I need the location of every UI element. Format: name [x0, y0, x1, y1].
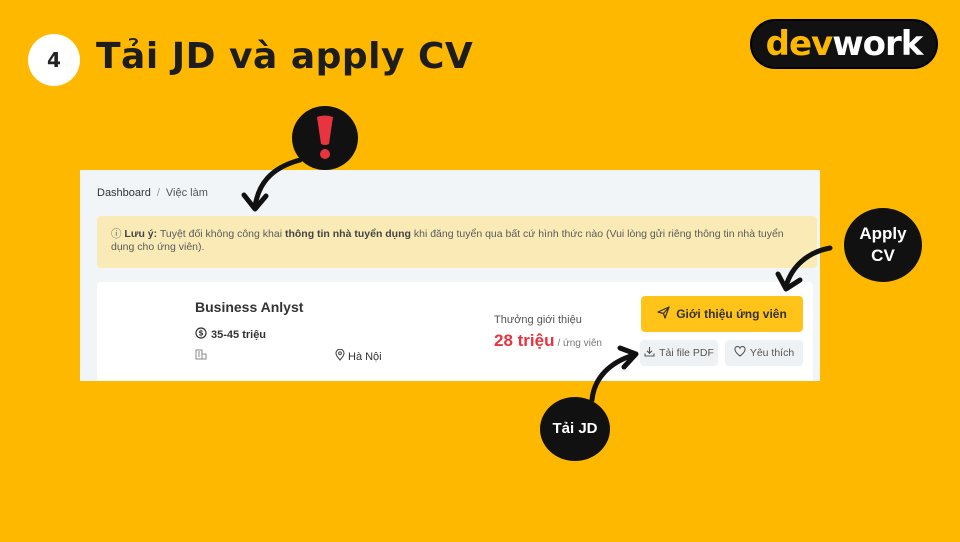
info-icon: ⓘ: [111, 228, 122, 240]
breadcrumb-dashboard[interactable]: Dashboard: [97, 187, 151, 199]
job-title[interactable]: Business Anlyst: [195, 299, 303, 315]
warning-callout: [292, 106, 358, 170]
tai-jd-callout: Tải JD: [540, 397, 610, 461]
download-pdf-button[interactable]: Tải file PDF: [640, 340, 718, 366]
breadcrumb-current: Việc làm: [165, 187, 208, 199]
location-row: Hà Nội: [335, 348, 382, 364]
apply-cv-line2: CV: [871, 246, 895, 265]
map-pin-icon: [335, 348, 345, 364]
refer-candidate-button[interactable]: Giới thiệu ứng viên: [641, 296, 803, 332]
exclamation-icon: [317, 115, 333, 159]
bonus-amount: 28 triệu: [494, 331, 555, 350]
logo-work: work: [832, 24, 923, 64]
download-pdf-label: Tải file PDF: [659, 347, 714, 359]
notice-banner: ⓘ Lưu ý: Tuyệt đối không công khai thông…: [97, 216, 817, 268]
breadcrumb: Dashboard / Việc làm: [97, 187, 208, 199]
bonus-value: 28 triệu / ứng viên: [494, 331, 602, 351]
location-value: Hà Nội: [348, 350, 382, 363]
send-icon: [657, 306, 670, 322]
svg-text:$: $: [198, 329, 203, 338]
job-card: Business Anlyst $ 35-45 triệu Hà Nội Thư…: [97, 282, 813, 381]
download-icon: [644, 346, 655, 360]
refer-candidate-label: Giới thiệu ứng viên: [676, 307, 787, 321]
bonus-label: Thưởng giới thiệu: [494, 314, 582, 326]
notice-bold: thông tin nhà tuyển dụng: [284, 228, 411, 240]
bonus-unit: / ứng viên: [557, 338, 602, 349]
salary-row: $ 35-45 triệu: [195, 327, 266, 342]
building-icon: [195, 348, 207, 363]
dollar-circle-icon: $: [195, 327, 207, 342]
salary-value: 35-45 triệu: [211, 328, 267, 341]
step-number-badge: 4: [28, 34, 80, 86]
notice-prefix: Lưu ý:: [124, 228, 158, 240]
logo-dev: dev: [765, 24, 834, 64]
devwork-logo: dev work: [750, 19, 938, 69]
apply-cv-callout: Apply CV: [844, 208, 922, 282]
job-screenshot-panel: Dashboard / Việc làm ⓘ Lưu ý: Tuyệt đối kh…: [80, 170, 820, 381]
heart-icon: [734, 345, 746, 360]
apply-cv-line1: Apply: [859, 224, 907, 243]
breadcrumb-separator: /: [156, 187, 160, 199]
slide-title: Tải JD và apply CV: [96, 36, 474, 77]
notice-text-1: Tuyệt đối không công khai: [157, 228, 285, 240]
favorite-label: Yêu thích: [749, 347, 795, 359]
favorite-button[interactable]: Yêu thích: [725, 340, 803, 366]
